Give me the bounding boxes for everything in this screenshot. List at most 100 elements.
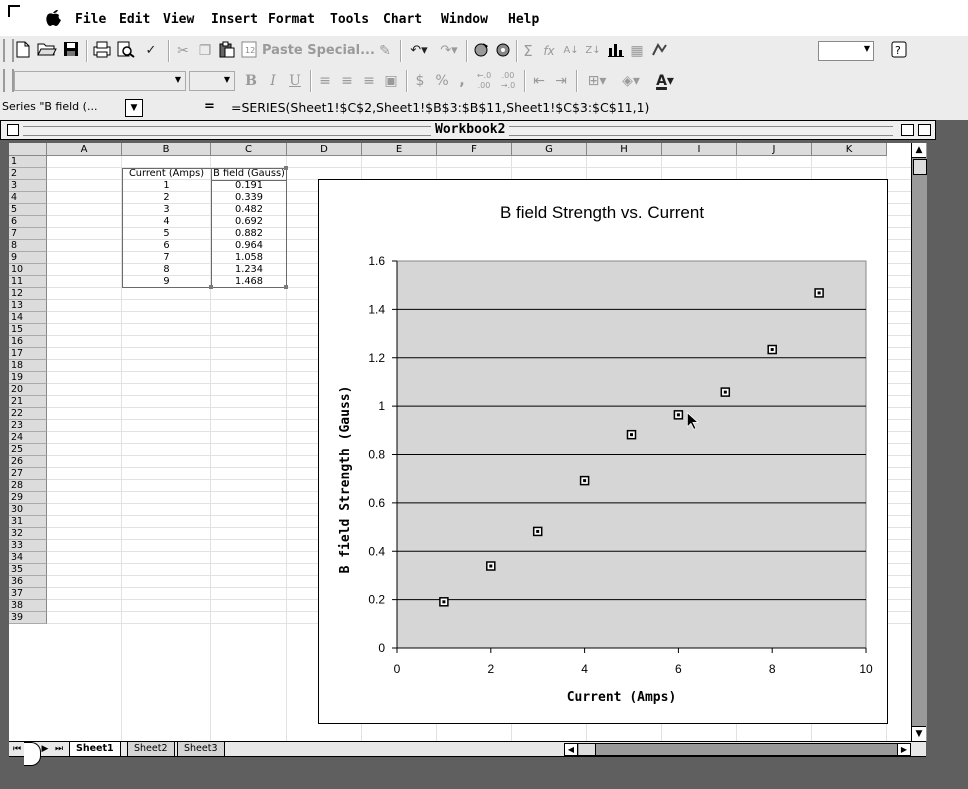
menu-file[interactable]: File xyxy=(75,12,106,27)
column-header-k[interactable]: K xyxy=(812,143,887,156)
horizontal-scrollbar[interactable]: ◀ ▶ xyxy=(564,743,911,756)
cell-current-value[interactable]: 4 xyxy=(122,216,211,228)
fill-color-icon[interactable]: ◈▾ xyxy=(616,71,646,91)
formula-input[interactable]: =SERIES(Sheet1!$C$2,Sheet1!$B$3:$B$11,Sh… xyxy=(231,100,649,115)
split-handle[interactable] xyxy=(24,742,41,766)
cell-bfield-value[interactable]: 0.191 xyxy=(211,180,287,192)
percent-button[interactable]: % xyxy=(434,71,450,91)
paste-special-button[interactable]: Paste Special... xyxy=(262,41,375,61)
cell-bfield-value[interactable]: 1.234 xyxy=(211,264,287,276)
menu-format[interactable]: Format xyxy=(268,12,315,27)
column-header-i[interactable]: I xyxy=(662,143,737,156)
row-header-11[interactable]: 11 xyxy=(9,276,47,288)
web-toolbar-icon[interactable] xyxy=(472,41,490,61)
tab-sheet2[interactable]: Sheet2 xyxy=(127,742,175,756)
print-preview-icon[interactable] xyxy=(116,41,136,61)
decrease-indent-icon[interactable]: ⇤ xyxy=(530,71,548,91)
row-header-17[interactable]: 17 xyxy=(9,348,47,360)
row-header-3[interactable]: 3 xyxy=(9,180,47,192)
row-header-37[interactable]: 37 xyxy=(9,588,47,600)
row-header-33[interactable]: 33 xyxy=(9,540,47,552)
print-icon[interactable] xyxy=(92,41,112,61)
menu-insert[interactable]: Insert xyxy=(211,12,258,27)
cell-current-value[interactable]: 3 xyxy=(122,204,211,216)
comma-button[interactable]: , xyxy=(456,71,468,91)
undo-icon[interactable]: ↶▾ xyxy=(406,41,432,61)
row-header-9[interactable]: 9 xyxy=(9,252,47,264)
row-header-4[interactable]: 4 xyxy=(9,192,47,204)
currency-button[interactable]: $ xyxy=(412,71,428,91)
row-header-15[interactable]: 15 xyxy=(9,324,47,336)
tab-sheet3[interactable]: Sheet3 xyxy=(177,742,225,756)
row-header-12[interactable]: 12 xyxy=(9,288,47,300)
row-header-6[interactable]: 6 xyxy=(9,216,47,228)
column-header-c[interactable]: C xyxy=(211,143,287,156)
row-header-34[interactable]: 34 xyxy=(9,552,47,564)
decrease-decimal-icon[interactable]: .00 →.0 xyxy=(498,71,518,91)
row-header-22[interactable]: 22 xyxy=(9,408,47,420)
collapse-box-icon[interactable] xyxy=(918,124,931,136)
chart-object[interactable]: B field Strength vs. Current 0 0.2 0.4 0.6 0.… xyxy=(318,179,888,724)
row-header-16[interactable]: 16 xyxy=(9,336,47,348)
row-header-10[interactable]: 10 xyxy=(9,264,47,276)
bold-button[interactable]: B xyxy=(243,71,259,91)
menu-tools[interactable]: Tools xyxy=(330,12,369,27)
cell-current-value[interactable]: 8 xyxy=(122,264,211,276)
name-box[interactable]: Series "B field (... xyxy=(2,99,124,115)
row-header-39[interactable]: 39 xyxy=(9,612,47,624)
scroll-right-icon[interactable]: ▶ xyxy=(897,744,910,755)
map-icon[interactable]: ▦ xyxy=(628,41,646,61)
cell-bfield-value[interactable]: 0.964 xyxy=(211,240,287,252)
row-header-27[interactable]: 27 xyxy=(9,468,47,480)
new-document-icon[interactable] xyxy=(15,41,31,61)
horizontal-scroll-thumb[interactable] xyxy=(579,744,596,755)
toolbar-grip[interactable] xyxy=(3,69,14,92)
redo-icon[interactable]: ↷▾ xyxy=(436,41,462,61)
row-header-36[interactable]: 36 xyxy=(9,576,47,588)
last-sheet-icon[interactable]: ⏭ xyxy=(53,742,65,756)
menu-chart[interactable]: Chart xyxy=(383,12,422,27)
row-header-7[interactable]: 7 xyxy=(9,228,47,240)
row-header-2[interactable]: 2 xyxy=(9,168,47,180)
borders-icon[interactable]: ⊞▾ xyxy=(582,71,612,91)
format-painter-icon[interactable]: 12 xyxy=(240,41,258,61)
spreadsheet-grid[interactable]: ABCDEFGHIJK 1 2 3 4 5 6 7 8 9 10 11 12 13 14 15 16 17 18 1… xyxy=(9,143,911,741)
vertical-scrollbar[interactable]: ▲ ▼ xyxy=(911,143,927,741)
scroll-down-icon[interactable]: ▼ xyxy=(912,726,926,741)
row-header-14[interactable]: 14 xyxy=(9,312,47,324)
spelling-icon[interactable]: ✓ xyxy=(140,41,162,61)
column-header-j[interactable]: J xyxy=(737,143,812,156)
save-disk-icon[interactable] xyxy=(62,41,80,61)
row-header-38[interactable]: 38 xyxy=(9,600,47,612)
zoom-select[interactable]: ▼ xyxy=(818,41,874,61)
increase-decimal-icon[interactable]: ←.0.00 xyxy=(474,71,494,91)
edit-formula-button[interactable]: = xyxy=(204,99,215,114)
column-header-d[interactable]: D xyxy=(287,143,362,156)
row-header-28[interactable]: 28 xyxy=(9,480,47,492)
menu-edit[interactable]: Edit xyxy=(119,12,150,27)
cell-bfield-value[interactable]: 0.482 xyxy=(211,204,287,216)
cell-bfield-value[interactable]: 0.339 xyxy=(211,192,287,204)
font-color-dropdown-arrow-icon[interactable]: ▾ xyxy=(667,73,674,89)
close-box-icon[interactable] xyxy=(7,124,19,136)
row-header-8[interactable]: 8 xyxy=(9,240,47,252)
align-left-icon[interactable]: ≡ xyxy=(316,71,334,91)
menu-help[interactable]: Help xyxy=(508,12,539,27)
select-all-corner[interactable] xyxy=(9,143,47,156)
help-icon[interactable]: ? xyxy=(890,41,908,61)
row-header-19[interactable]: 19 xyxy=(9,372,47,384)
sort-descending-icon[interactable]: Z↓ xyxy=(584,41,602,61)
row-header-26[interactable]: 26 xyxy=(9,456,47,468)
cell-bfield-value[interactable]: 0.692 xyxy=(211,216,287,228)
underline-button[interactable]: U xyxy=(287,71,303,91)
name-box-dropdown-icon[interactable]: ▼ xyxy=(125,99,143,117)
cut-icon[interactable]: ✂ xyxy=(174,41,192,61)
cell-c2-header[interactable]: B field (Gauss) xyxy=(211,168,287,180)
font-color-icon[interactable]: A▾ xyxy=(650,71,680,91)
first-sheet-icon[interactable]: ⏮ xyxy=(11,742,23,756)
range-handle[interactable] xyxy=(209,285,213,289)
cell-current-value[interactable]: 1 xyxy=(122,180,211,192)
row-header-25[interactable]: 25 xyxy=(9,444,47,456)
row-header-30[interactable]: 30 xyxy=(9,504,47,516)
cell-b2-header[interactable]: Current (Amps) xyxy=(122,168,211,180)
